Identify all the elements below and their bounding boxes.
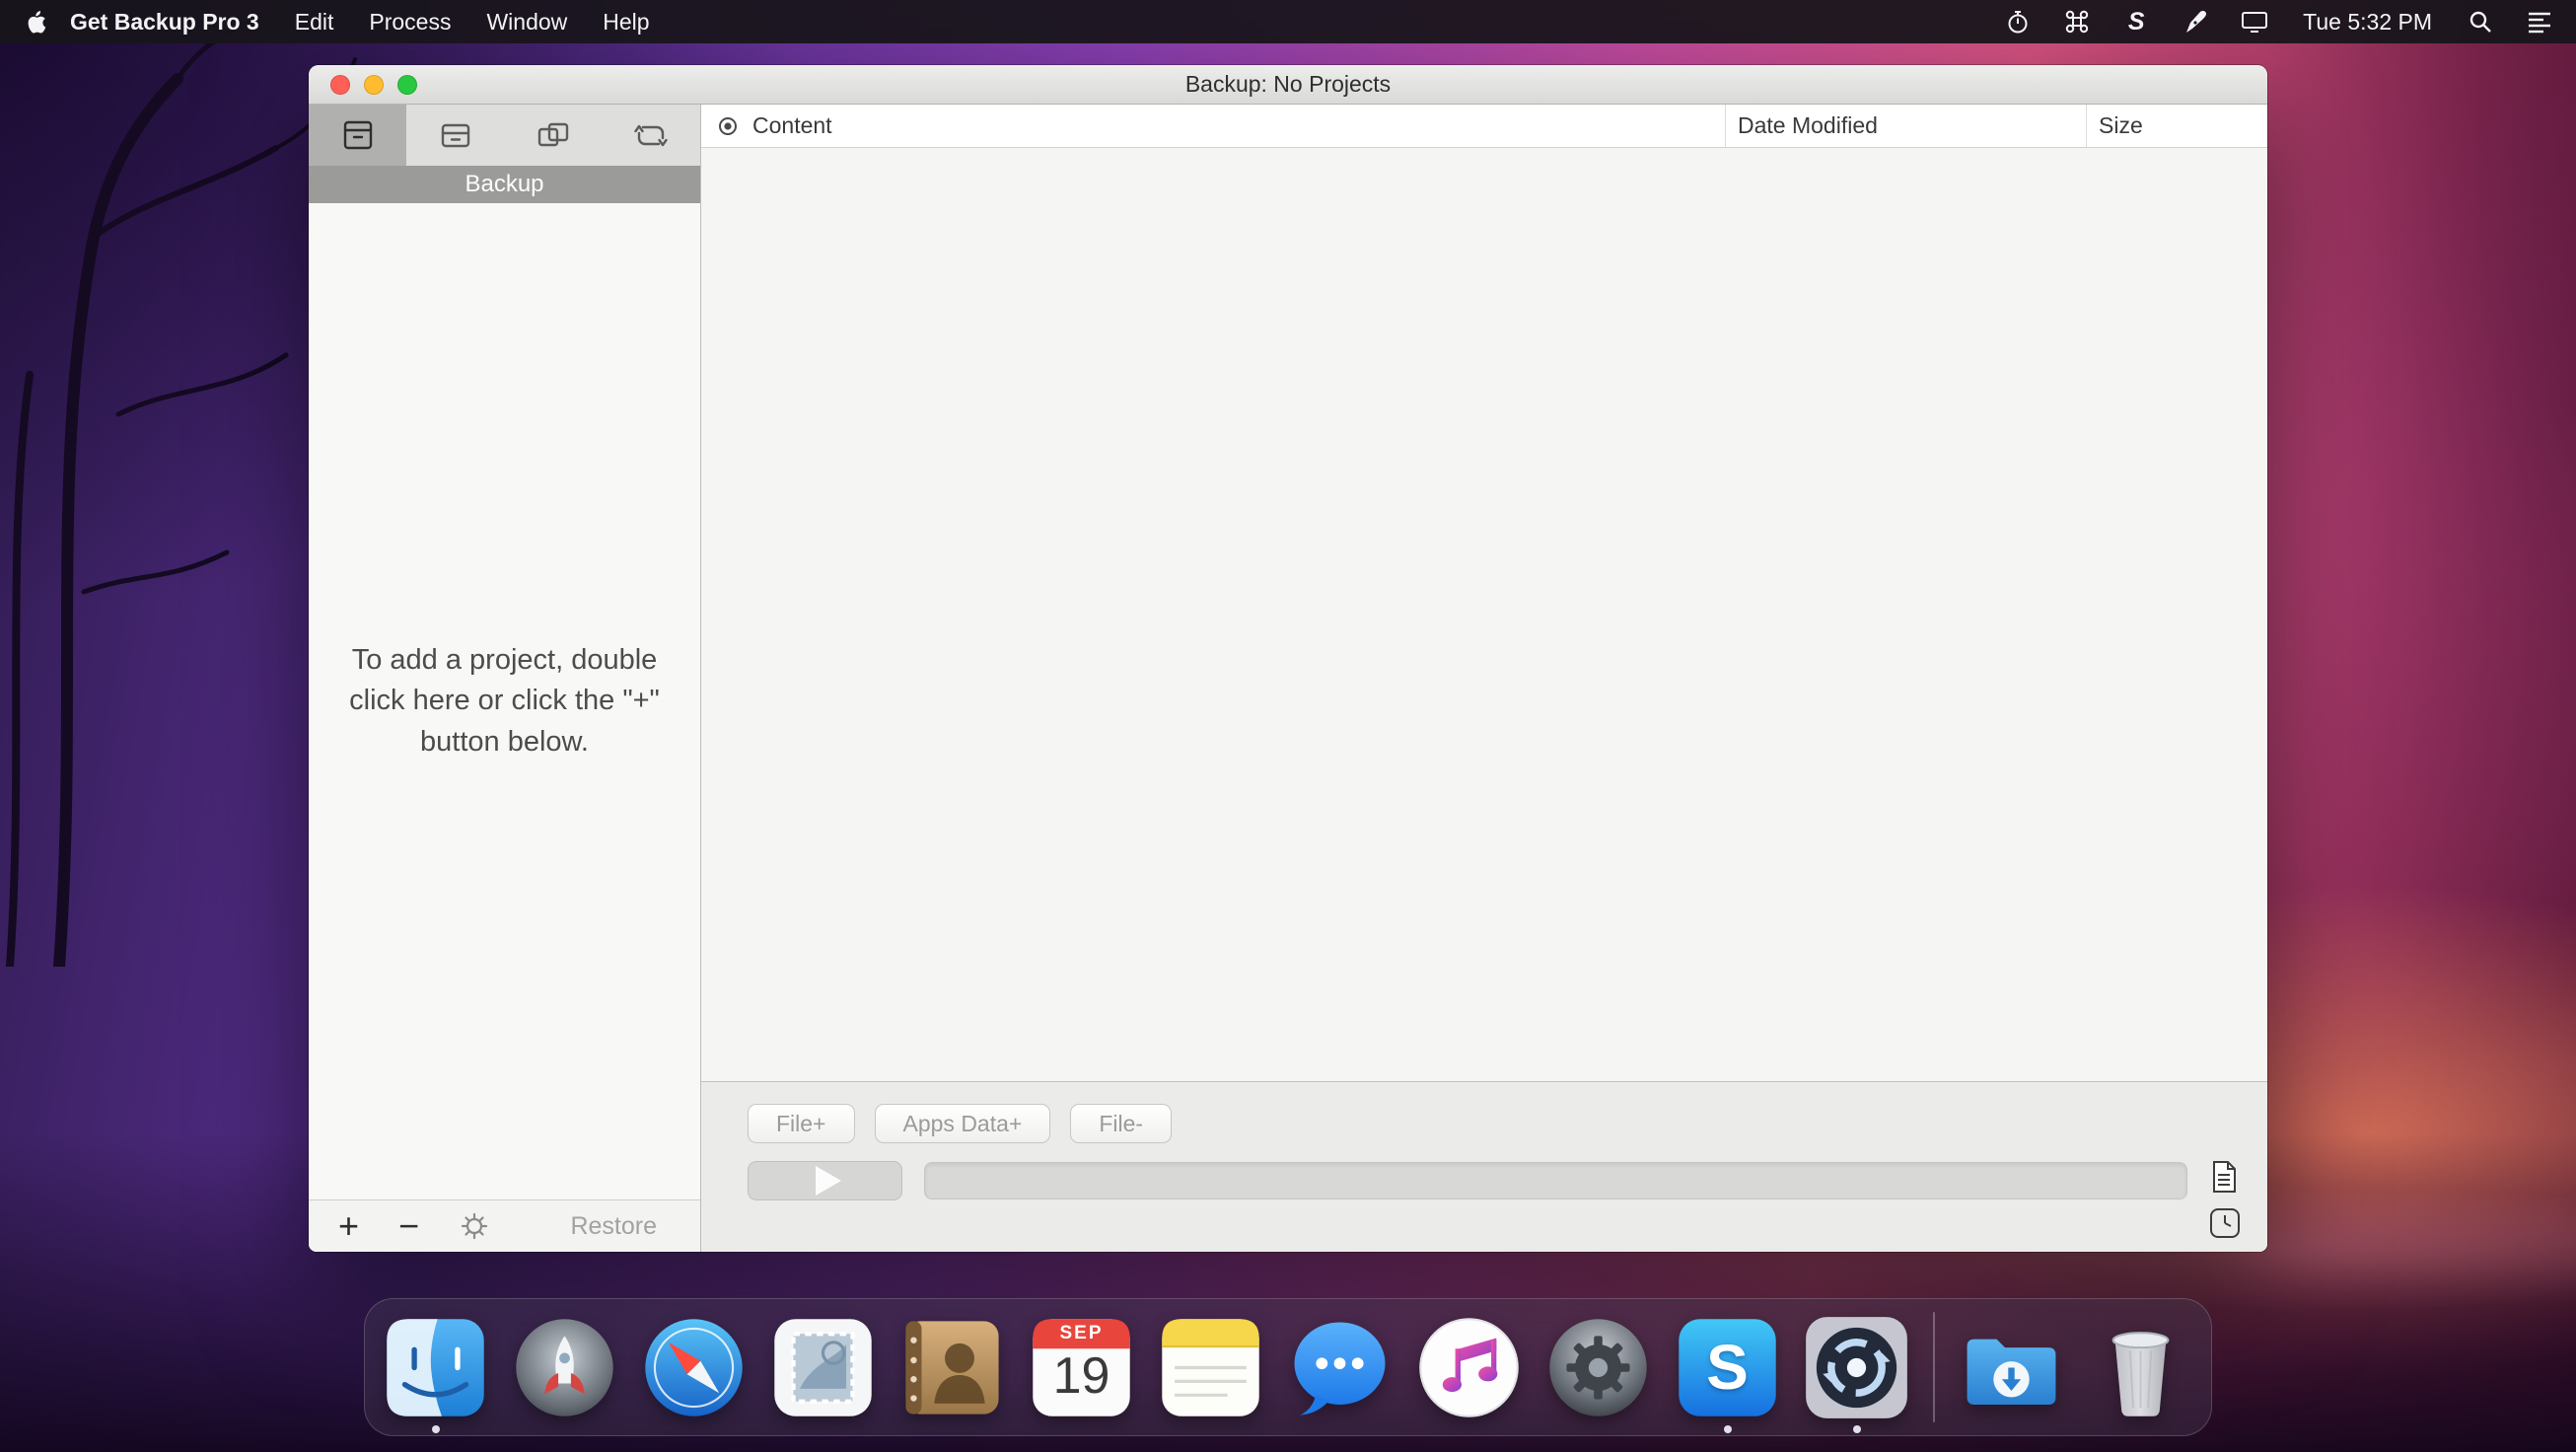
dock-messages[interactable] (1287, 1315, 1393, 1420)
close-button[interactable] (330, 75, 350, 95)
dock-separator (1933, 1312, 1935, 1422)
calendar-icon (1029, 1315, 1134, 1420)
dock-trash[interactable] (2088, 1315, 2193, 1420)
dock-safari[interactable] (641, 1315, 747, 1420)
menubar-clock[interactable]: Tue 5:32 PM (2299, 9, 2436, 36)
finder-icon (383, 1315, 488, 1420)
content-pane: Content Date Modified Size File+ Apps Da… (701, 105, 2267, 1252)
remove-project-button[interactable]: − (398, 1208, 419, 1244)
clone-tab[interactable] (505, 105, 603, 166)
project-list-empty-area[interactable]: To add a project, double click here or c… (309, 203, 700, 1199)
pen-icon[interactable] (2181, 7, 2210, 36)
menu-help[interactable]: Help (585, 0, 667, 43)
window-title: Backup: No Projects (1185, 71, 1391, 98)
project-sidebar: Backup To add a project, double click he… (309, 105, 701, 1252)
run-backup-button[interactable] (748, 1161, 902, 1200)
sidebar-section-header: Backup (309, 166, 700, 203)
display-icon[interactable] (2240, 7, 2269, 36)
sync-tab[interactable] (603, 105, 700, 166)
progress-bar (924, 1162, 2187, 1199)
notes-icon (1158, 1315, 1263, 1420)
running-indicator (1853, 1425, 1861, 1433)
column-date-modified[interactable]: Date Modified (1725, 105, 2086, 147)
s-app-icon[interactable]: S (2121, 7, 2151, 36)
trash-icon (2088, 1315, 2193, 1420)
timer-icon[interactable] (2003, 7, 2033, 36)
dock-get-backup-pro[interactable] (1804, 1315, 1909, 1420)
backup-box-icon (338, 117, 378, 153)
sidebar-toolbar: + − Restore (309, 1199, 700, 1252)
dock-itunes[interactable] (1416, 1315, 1522, 1420)
menu-process[interactable]: Process (351, 0, 468, 43)
clock-icon (2208, 1206, 2242, 1240)
file-list-area[interactable] (701, 148, 2267, 1081)
column-size[interactable]: Size (2086, 105, 2267, 147)
dock-notes[interactable] (1158, 1315, 1263, 1420)
messages-icon (1287, 1315, 1393, 1420)
mode-tabstrip (309, 105, 700, 166)
backup-tab[interactable] (309, 105, 406, 166)
play-icon (816, 1166, 841, 1196)
dock-contacts[interactable] (899, 1315, 1005, 1420)
restore-button[interactable]: Restore (570, 1212, 657, 1241)
apple-logo-icon (28, 11, 46, 34)
gear-icon (459, 1210, 490, 1242)
launchpad-icon (512, 1315, 617, 1420)
dock-launchpad[interactable] (512, 1315, 617, 1420)
column-content[interactable]: Content (752, 112, 832, 139)
item-kind-icon (717, 115, 739, 137)
window-titlebar[interactable]: Backup: No Projects (309, 65, 2267, 105)
project-settings-button[interactable] (459, 1210, 490, 1242)
empty-project-message: To add a project, double click here or c… (342, 640, 668, 762)
archive-tab[interactable] (406, 105, 504, 166)
dock: SEP 19 (364, 1298, 2212, 1436)
dock-mail[interactable] (770, 1315, 876, 1420)
minimize-button[interactable] (364, 75, 384, 95)
downloads-folder-icon (1959, 1315, 2064, 1420)
mail-icon (770, 1315, 876, 1420)
dock-calendar[interactable]: SEP 19 (1029, 1315, 1134, 1420)
archive-drawer-icon (436, 117, 475, 153)
clone-icon (534, 117, 573, 153)
contacts-icon (899, 1315, 1005, 1420)
file-remove-button[interactable]: File- (1070, 1104, 1172, 1143)
list-column-header: Content Date Modified Size (701, 105, 2267, 148)
menu-window[interactable]: Window (468, 0, 585, 43)
menu-bar: Get Backup Pro 3 Edit Process Window Hel… (0, 0, 2576, 43)
screens-icon (1675, 1315, 1780, 1420)
dock-downloads[interactable] (1959, 1315, 2064, 1420)
get-backup-pro-icon (1804, 1315, 1909, 1420)
action-panel: File+ Apps Data+ File- (701, 1081, 2267, 1252)
file-add-button[interactable]: File+ (748, 1104, 855, 1143)
system-preferences-icon (1545, 1315, 1651, 1420)
dock-finder[interactable] (383, 1315, 488, 1420)
running-indicator (1724, 1425, 1732, 1433)
itunes-icon (1416, 1315, 1522, 1420)
scheduler-button[interactable] (2208, 1206, 2242, 1240)
dock-screens[interactable]: S (1675, 1315, 1780, 1420)
dock-system-preferences[interactable] (1545, 1315, 1651, 1420)
menu-edit[interactable]: Edit (277, 0, 352, 43)
menu-app-name[interactable]: Get Backup Pro 3 (60, 0, 277, 43)
zoom-button[interactable] (397, 75, 417, 95)
safari-icon (641, 1315, 747, 1420)
log-button[interactable] (2206, 1159, 2242, 1195)
log-document-icon (2206, 1159, 2242, 1195)
apple-menu[interactable] (22, 11, 60, 34)
command-icon[interactable] (2062, 7, 2092, 36)
add-project-button[interactable]: + (338, 1208, 359, 1244)
sync-arrows-icon (631, 117, 671, 153)
notification-list-icon[interactable] (2525, 7, 2554, 36)
search-icon[interactable] (2466, 7, 2495, 36)
apps-data-button[interactable]: Apps Data+ (875, 1104, 1051, 1143)
get-backup-pro-window: Backup: No Projects (309, 65, 2267, 1252)
running-indicator (432, 1425, 440, 1433)
